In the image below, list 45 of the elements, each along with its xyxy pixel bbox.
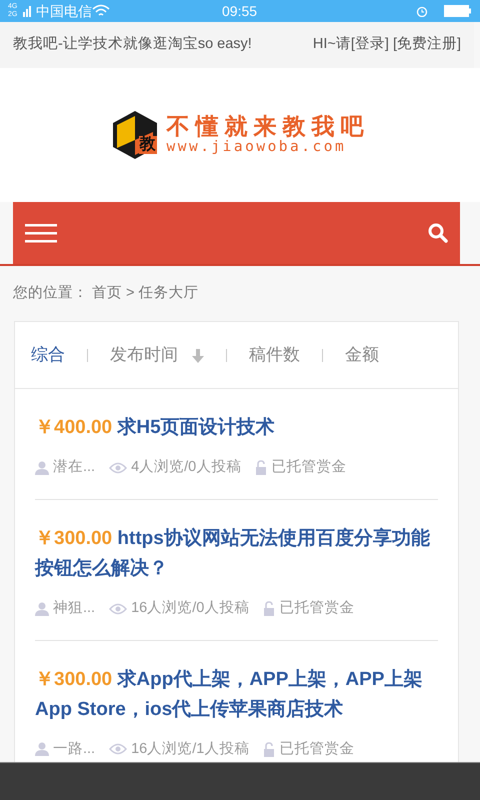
user-icon	[35, 742, 49, 756]
user-icon	[35, 460, 49, 475]
breadcrumb-link[interactable]: 首页	[92, 283, 122, 321]
sort-tab[interactable]: 稿件数	[249, 342, 300, 368]
unlocked-padlock-icon	[263, 742, 276, 757]
site-slogan: 教我吧-让学技术就像逛淘宝so easy!	[13, 34, 252, 54]
task-stats: 16人浏览/0人投稿	[131, 598, 250, 618]
eye-icon	[109, 743, 128, 756]
greeting-text: HI~请	[312, 35, 351, 54]
unlocked-padlock-icon	[263, 601, 276, 616]
task-title[interactable]: ￥300.00 求App代上架，APP上架，APP上架App Store，ios代上传苹果商店技术	[35, 664, 438, 724]
logo-title: 不懂就来教我吧	[166, 114, 370, 140]
down-arrow-icon	[192, 348, 204, 363]
user-icon	[35, 602, 49, 616]
menu-icon	[25, 222, 59, 244]
sort-tab[interactable]: 综合	[31, 342, 65, 368]
alarm-icon	[416, 5, 428, 17]
status-time: 09:55	[222, 2, 258, 20]
breadcrumb-separator: >	[126, 284, 134, 303]
register-link[interactable]: [免费注册]	[392, 34, 461, 56]
sort-tab[interactable]: 发布时间	[110, 342, 204, 368]
task-author: 神狙...	[53, 598, 96, 618]
escrow-status: 已托管赏金	[279, 740, 354, 758]
signal-icon	[22, 5, 32, 17]
login-link[interactable]: [登录]	[350, 34, 389, 56]
logo-url: www.jiaowoba.com	[166, 140, 348, 156]
breadcrumb-link[interactable]: 任务大厅	[138, 283, 198, 321]
eye-icon	[109, 602, 128, 615]
task-stats: 4人浏览/0人投稿	[131, 458, 242, 477]
carrier-name: 中国电信	[36, 2, 92, 20]
task-author: 一路...	[53, 740, 96, 758]
wifi-icon	[92, 4, 110, 18]
sort-tab[interactable]: 金额	[345, 342, 379, 368]
logo-badge: 教	[110, 110, 158, 160]
breadcrumb-label: 您的位置：	[13, 284, 88, 303]
task-title[interactable]: ￥400.00 求H5页面设计技术	[35, 413, 438, 443]
task-author: 潜在...	[53, 458, 96, 477]
battery-icon	[444, 5, 472, 17]
eye-icon	[109, 462, 128, 474]
search-icon	[428, 222, 448, 243]
task-stats: 16人浏览/1人投稿	[131, 740, 250, 758]
unlocked-padlock-icon	[255, 460, 268, 476]
task-title[interactable]: ￥300.00 https协议网站无法使用百度分享功能按钮怎么解决？	[35, 524, 438, 584]
escrow-status: 已托管赏金	[271, 458, 346, 477]
escrow-status: 已托管赏金	[279, 598, 354, 618]
